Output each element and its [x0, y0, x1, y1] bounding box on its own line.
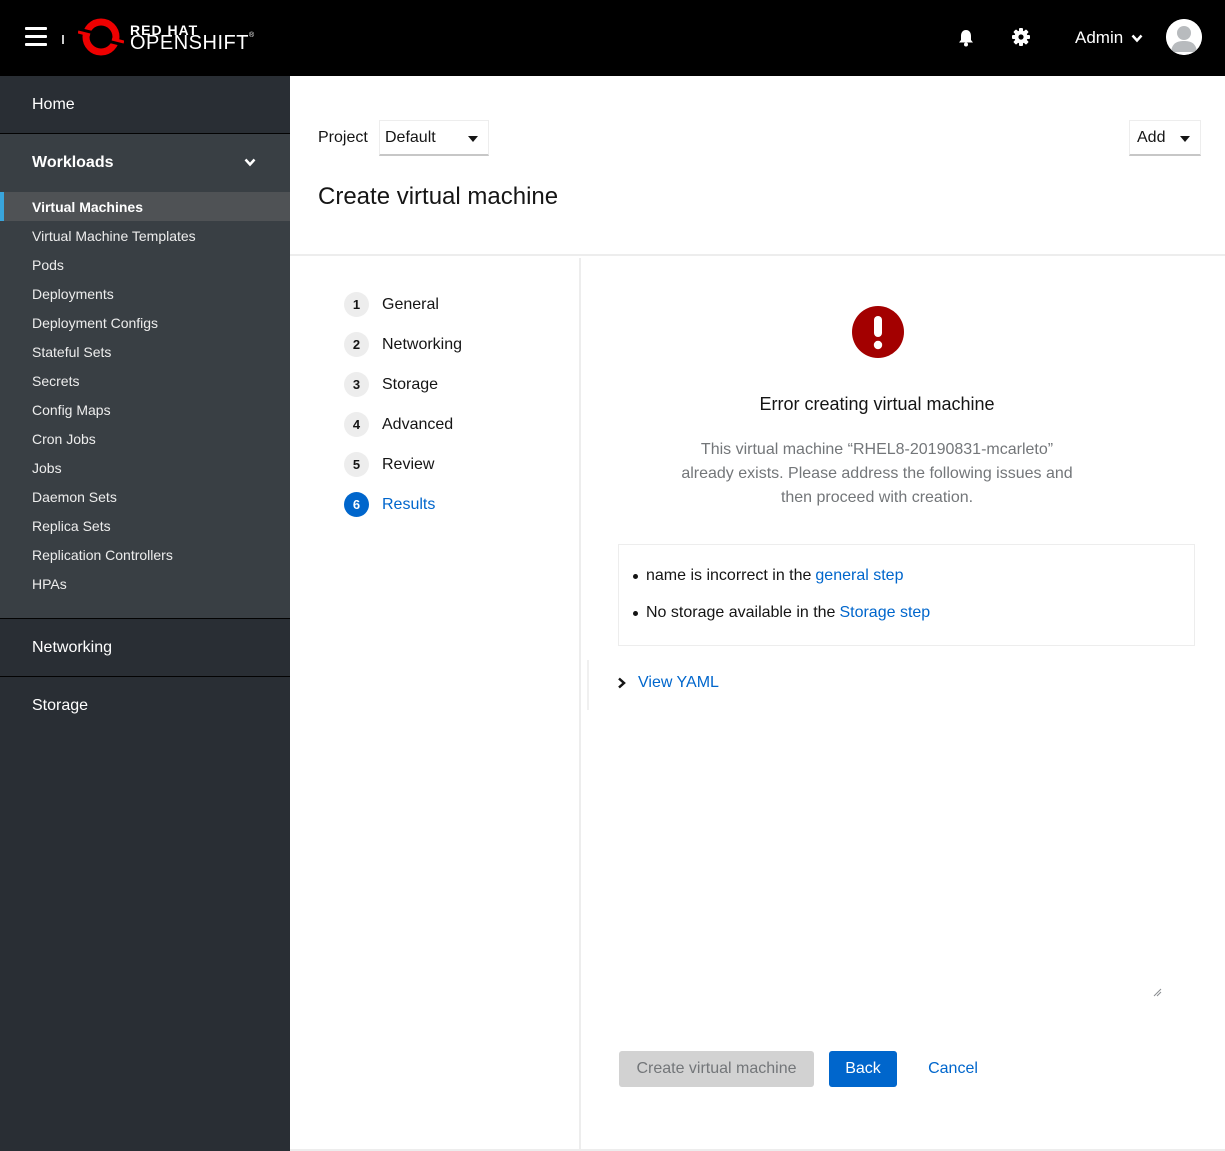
- sidebar-item-replication-controllers[interactable]: Replication Controllers: [0, 540, 290, 569]
- nav-home[interactable]: Home: [0, 76, 290, 133]
- nav-workloads[interactable]: Workloads: [0, 134, 290, 192]
- wizard-step-storage[interactable]: 3 Storage: [344, 372, 438, 397]
- chevron-down-icon: [1131, 34, 1143, 42]
- sidebar-item-virtual-machine-templates[interactable]: Virtual Machine Templates: [0, 221, 290, 250]
- bullet: [633, 610, 638, 616]
- sidebar-item-deployment-configs[interactable]: Deployment Configs: [0, 308, 290, 337]
- brand-bottom-text: OPENSHIFT®: [130, 32, 255, 55]
- menu-icon[interactable]: [25, 27, 47, 47]
- sidebar-item-secrets[interactable]: Secrets: [0, 366, 290, 395]
- issue-item: name is incorrect in the general step: [633, 565, 1194, 587]
- chevron-right-icon: [618, 677, 626, 689]
- caret-down-icon: [468, 136, 478, 142]
- project-dropdown[interactable]: Default: [379, 120, 489, 156]
- nav-section-storage: Storage: [0, 677, 290, 734]
- nav-networking[interactable]: Networking: [0, 619, 290, 676]
- page-title: Create virtual machine: [318, 183, 559, 210]
- back-button[interactable]: Back: [829, 1051, 897, 1087]
- wizard-nav: 1 General 2 Networking 3 Storage 4 Advan…: [290, 258, 581, 1151]
- caret-down-icon: [1180, 136, 1190, 142]
- exclamation-circle-icon: [852, 306, 904, 358]
- masthead: RED HAT OPENSHIFT® Admin: [0, 0, 1225, 76]
- step-label: General: [382, 295, 439, 313]
- nav-workloads-label: Workloads: [32, 154, 114, 171]
- step-label: Networking: [382, 335, 463, 353]
- issue-text: No storage available in the: [646, 604, 836, 621]
- create-virtual-machine-button[interactable]: Create virtual machine: [619, 1051, 814, 1087]
- sidebar-item-replica-sets[interactable]: Replica Sets: [0, 511, 290, 540]
- user-name: Admin: [1075, 28, 1124, 47]
- sidebar-item-config-maps[interactable]: Config Maps: [0, 395, 290, 424]
- step-number: 2: [344, 332, 369, 357]
- error-description: This virtual machine “RHEL8-20190831-mca…: [681, 441, 1073, 506]
- nav-section-workloads: Workloads Virtual Machines Virtual Machi…: [0, 134, 290, 619]
- view-yaml-label: View YAML: [638, 674, 719, 691]
- issue-item: No storage available in the Storage step: [633, 602, 1194, 624]
- step-number: 6: [344, 492, 369, 517]
- sidebar-item-stateful-sets[interactable]: Stateful Sets: [0, 337, 290, 366]
- sidebar-item-daemon-sets[interactable]: Daemon Sets: [0, 482, 290, 511]
- wizard-step-advanced[interactable]: 4 Advanced: [344, 412, 453, 437]
- project-dropdown-value: Default: [385, 128, 436, 146]
- nav-section-home: Home: [0, 76, 290, 134]
- sidebar-item-hpas[interactable]: HPAs: [0, 569, 290, 598]
- wizard-step-review[interactable]: 5 Review: [344, 452, 434, 477]
- nav-storage[interactable]: Storage: [0, 677, 290, 734]
- wizard-step-networking[interactable]: 2 Networking: [344, 332, 462, 357]
- brand-name: OPENSHIFT: [130, 32, 249, 54]
- resize-handle-icon[interactable]: [1153, 988, 1162, 997]
- page-header: Project Default Add Create virtual machi…: [290, 76, 1225, 256]
- step-number: 4: [344, 412, 369, 437]
- wizard-step-general[interactable]: 1 General: [344, 292, 439, 317]
- project-label: Project: [318, 129, 368, 146]
- openshift-logo-icon: [78, 18, 124, 56]
- cancel-button[interactable]: Cancel: [917, 1051, 989, 1087]
- user-menu[interactable]: Admin: [1075, 28, 1143, 48]
- storage-step-link[interactable]: Storage step: [839, 604, 930, 622]
- add-dropdown-label: Add: [1137, 128, 1166, 146]
- wizard-body: Error creating virtual machine This virt…: [583, 258, 1225, 1151]
- bullet: [633, 573, 638, 579]
- general-step-link[interactable]: general step: [815, 567, 903, 585]
- bell-icon[interactable]: [958, 29, 974, 47]
- main-content: Project Default Add Create virtual machi…: [290, 76, 1225, 1151]
- gear-icon[interactable]: [1012, 28, 1030, 46]
- error-title: Error creating virtual machine: [759, 394, 995, 414]
- step-number: 5: [344, 452, 369, 477]
- step-label: Storage: [382, 375, 439, 393]
- divider: [587, 660, 589, 710]
- step-label: Advanced: [382, 415, 454, 433]
- brand-separator: [62, 35, 64, 44]
- sidebar: Home Workloads Virtual Machines Virtual …: [0, 76, 290, 1151]
- sidebar-item-pods[interactable]: Pods: [0, 250, 290, 279]
- issues-list: name is incorrect in the general step No…: [618, 544, 1195, 646]
- sidebar-item-cron-jobs[interactable]: Cron Jobs: [0, 424, 290, 453]
- issue-text: name is incorrect in the: [646, 567, 812, 584]
- trademark: ®: [248, 32, 255, 39]
- sidebar-item-deployments[interactable]: Deployments: [0, 279, 290, 308]
- step-label: Results: [382, 495, 436, 513]
- view-yaml-toggle[interactable]: View YAML: [617, 674, 719, 692]
- sidebar-item-virtual-machines[interactable]: Virtual Machines: [0, 192, 290, 221]
- nav-section-networking: Networking: [0, 619, 290, 677]
- sidebar-item-jobs[interactable]: Jobs: [0, 453, 290, 482]
- add-dropdown[interactable]: Add: [1129, 120, 1201, 156]
- wizard-step-results[interactable]: 6 Results: [344, 492, 435, 517]
- chevron-down-icon: [244, 158, 256, 167]
- avatar-icon[interactable]: [1166, 19, 1202, 55]
- step-number: 3: [344, 372, 369, 397]
- step-number: 1: [344, 292, 369, 317]
- step-label: Review: [382, 455, 435, 473]
